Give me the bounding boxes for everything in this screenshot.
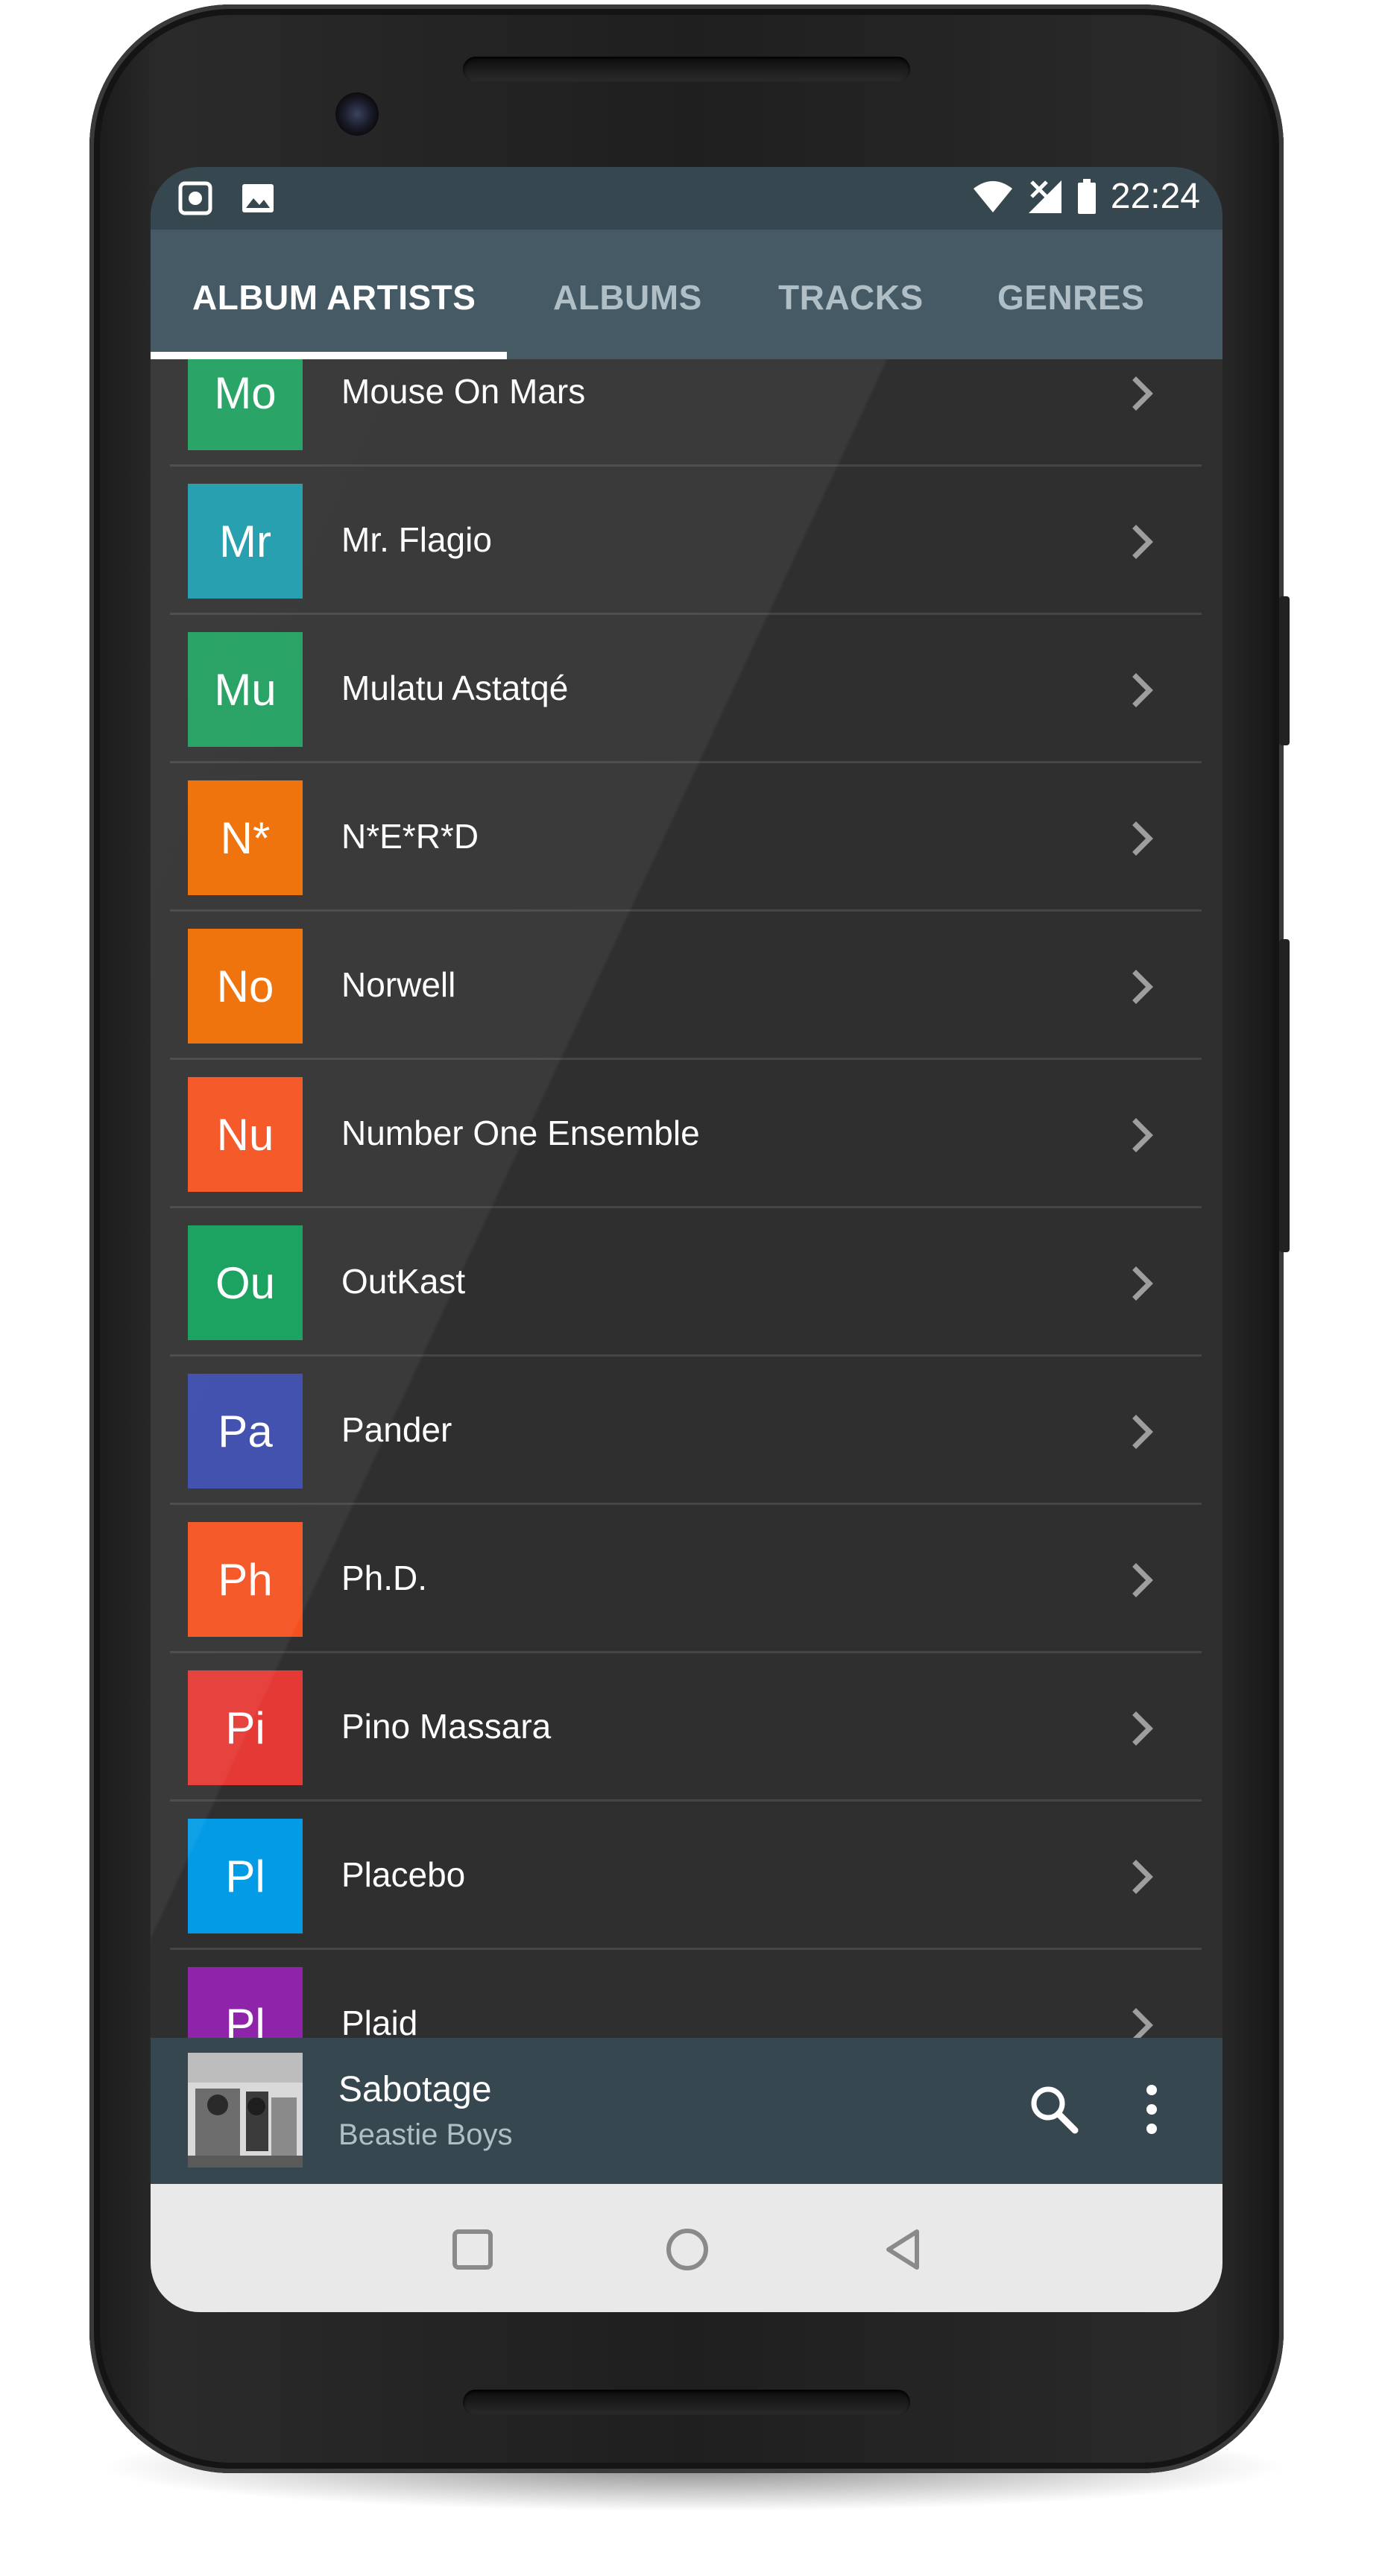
now-playing-bar[interactable]: Sabotage Beastie Boys bbox=[151, 2038, 1222, 2184]
tab-albums[interactable]: ALBUMS bbox=[553, 277, 702, 318]
power-button bbox=[1279, 596, 1290, 745]
album-art[interactable] bbox=[188, 2053, 303, 2168]
search-icon[interactable] bbox=[1024, 2080, 1084, 2139]
volume-button bbox=[1279, 939, 1290, 1252]
divider bbox=[170, 1503, 1202, 1505]
artist-initials-tile: Mu bbox=[188, 632, 303, 747]
artist-initials-tile: Mr bbox=[188, 484, 303, 599]
artist-name: Mouse On Mars bbox=[341, 372, 586, 411]
home-circle-icon[interactable] bbox=[663, 2226, 711, 2273]
divider bbox=[170, 761, 1202, 763]
list-item[interactable]: Mr Mr. Flagio bbox=[170, 467, 1202, 615]
phone-screen: 22:24 ALBUM ARTISTS ALBUMS TRACKS GENRES… bbox=[151, 167, 1222, 2312]
cell-signal-icon bbox=[1028, 180, 1061, 213]
list-item[interactable]: Pl Placebo bbox=[170, 1802, 1202, 1950]
artist-initials-tile: Pa bbox=[188, 1374, 303, 1489]
divider bbox=[170, 1948, 1202, 1950]
list-item[interactable]: Ph Ph.D. bbox=[170, 1506, 1202, 1653]
artist-name: Pander bbox=[341, 1410, 452, 1449]
chevron-right-icon bbox=[1132, 1860, 1153, 1894]
now-playing-artist: Beastie Boys bbox=[338, 2118, 513, 2151]
chevron-right-icon bbox=[1132, 1415, 1153, 1449]
more-vert-icon[interactable] bbox=[1133, 2080, 1170, 2139]
divider bbox=[170, 464, 1202, 467]
artist-name: Mulatu Astatqé bbox=[341, 669, 569, 707]
recents-square-icon[interactable] bbox=[449, 2226, 496, 2273]
now-playing-title: Sabotage bbox=[338, 2070, 492, 2109]
chevron-right-icon bbox=[1132, 1711, 1153, 1746]
artist-initials-tile: No bbox=[188, 929, 303, 1044]
divider bbox=[170, 1354, 1202, 1357]
chevron-right-icon bbox=[1132, 1118, 1153, 1152]
top-speaker bbox=[463, 57, 910, 82]
chevron-right-icon bbox=[1132, 1266, 1153, 1301]
artist-name: Placebo bbox=[341, 1855, 466, 1894]
artist-name: OutKast bbox=[341, 1262, 466, 1301]
chevron-right-icon bbox=[1132, 376, 1153, 411]
tab-album-artists[interactable]: ALBUM ARTISTS bbox=[192, 277, 476, 318]
artist-name: Plaid bbox=[341, 2004, 418, 2042]
chevron-right-icon bbox=[1132, 673, 1153, 707]
list-item[interactable]: Mo Mouse On Mars bbox=[170, 359, 1202, 467]
artist-name: N*E*R*D bbox=[341, 817, 479, 856]
chevron-right-icon bbox=[1132, 525, 1153, 559]
artist-name: Mr. Flagio bbox=[341, 520, 492, 559]
divider bbox=[170, 1799, 1202, 1802]
artist-name: Ph.D. bbox=[341, 1559, 428, 1597]
status-time: 22:24 bbox=[1110, 177, 1200, 216]
artist-initials-tile: Nu bbox=[188, 1077, 303, 1192]
tab-tracks[interactable]: TRACKS bbox=[778, 277, 924, 318]
divider bbox=[170, 1651, 1202, 1653]
bottom-speaker bbox=[463, 2390, 910, 2415]
list-item[interactable]: Ou OutKast bbox=[170, 1209, 1202, 1357]
artist-name: Norwell bbox=[341, 965, 456, 1004]
tab-bar: ALBUM ARTISTS ALBUMS TRACKS GENRES bbox=[151, 230, 1222, 359]
list-item[interactable]: No Norwell bbox=[170, 912, 1202, 1060]
artist-name: Pino Massara bbox=[341, 1707, 552, 1746]
tab-genres[interactable]: GENRES bbox=[997, 277, 1144, 318]
artist-initials-tile: Pl bbox=[188, 1819, 303, 1933]
list-item[interactable]: Pi Pino Massara bbox=[170, 1654, 1202, 1802]
tab-indicator bbox=[151, 352, 507, 359]
divider bbox=[170, 1058, 1202, 1060]
battery-icon bbox=[1077, 178, 1096, 214]
list-item[interactable]: N* N*E*R*D bbox=[170, 764, 1202, 912]
status-bar: 22:24 bbox=[151, 167, 1222, 230]
artist-initials-tile: N* bbox=[188, 780, 303, 895]
list-item[interactable]: Pa Pander bbox=[170, 1357, 1202, 1505]
artist-initials-tile: Ph bbox=[188, 1522, 303, 1637]
divider bbox=[170, 909, 1202, 912]
artist-name: Number One Ensemble bbox=[341, 1114, 700, 1152]
artist-initials-tile: Ou bbox=[188, 1225, 303, 1340]
list-item[interactable]: Nu Number One Ensemble bbox=[170, 1061, 1202, 1208]
divider bbox=[170, 1206, 1202, 1208]
artist-initials-tile: Pi bbox=[188, 1670, 303, 1785]
image-icon bbox=[242, 184, 274, 212]
screen-record-icon bbox=[178, 181, 212, 215]
chevron-right-icon bbox=[1132, 1563, 1153, 1597]
artist-list[interactable]: Mo Mouse On Mars Mr Mr. Flagio Mu Mulatu… bbox=[151, 359, 1222, 2206]
album-art-image bbox=[188, 2053, 303, 2168]
back-triangle-icon[interactable] bbox=[880, 2226, 927, 2273]
system-nav-bar bbox=[151, 2184, 1222, 2312]
wifi-icon bbox=[973, 180, 1012, 212]
chevron-right-icon bbox=[1132, 970, 1153, 1004]
list-item[interactable]: Mu Mulatu Astatqé bbox=[170, 616, 1202, 763]
chevron-right-icon bbox=[1132, 821, 1153, 856]
front-camera bbox=[335, 92, 379, 136]
artist-initials-tile: Mo bbox=[188, 359, 303, 450]
divider bbox=[170, 613, 1202, 615]
